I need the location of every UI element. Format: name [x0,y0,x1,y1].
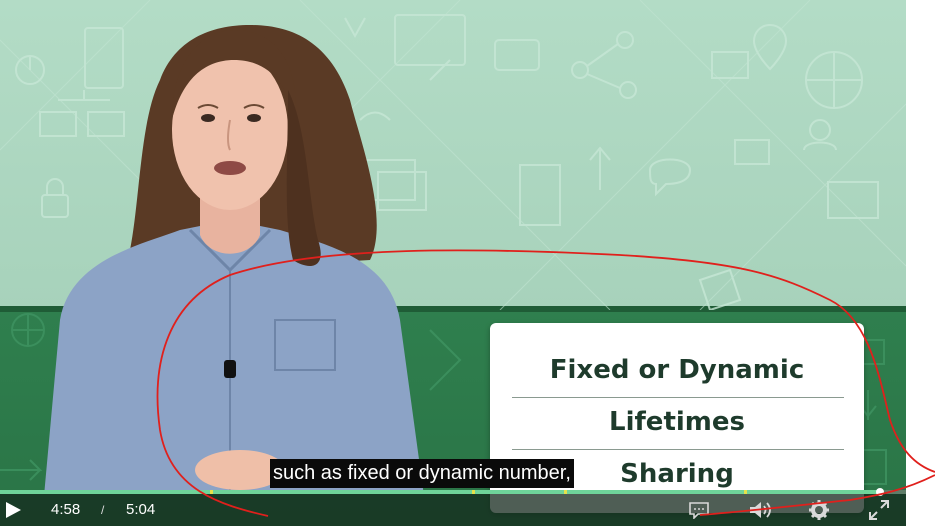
fullscreen-icon[interactable] [868,499,890,521]
settings-gear-icon[interactable] [808,499,830,521]
captions-icon[interactable] [688,501,710,519]
slide-item-lifetimes: Lifetimes [609,407,745,437]
time-separator: / [101,503,105,517]
progress-bar[interactable] [0,490,906,494]
subtitle-caption: such as fixed or dynamic number, [270,459,574,488]
chapter-marker [564,490,567,494]
chapter-marker [472,490,475,494]
chapter-marker [210,490,213,494]
presenter-image [44,25,424,490]
slide-divider [512,449,844,450]
chapter-marker [744,490,747,494]
current-time: 4:58 [51,501,81,518]
slide-item-fixed-or-dynamic: Fixed or Dynamic [549,355,805,385]
volume-icon[interactable] [748,499,772,521]
play-icon[interactable] [4,501,22,519]
slide-divider [512,397,844,398]
video-player[interactable]: Fixed or Dynamic Lifetimes Sharing such … [0,0,906,526]
total-duration: 5:04 [126,501,156,518]
progress-scrub-handle[interactable] [876,488,884,496]
